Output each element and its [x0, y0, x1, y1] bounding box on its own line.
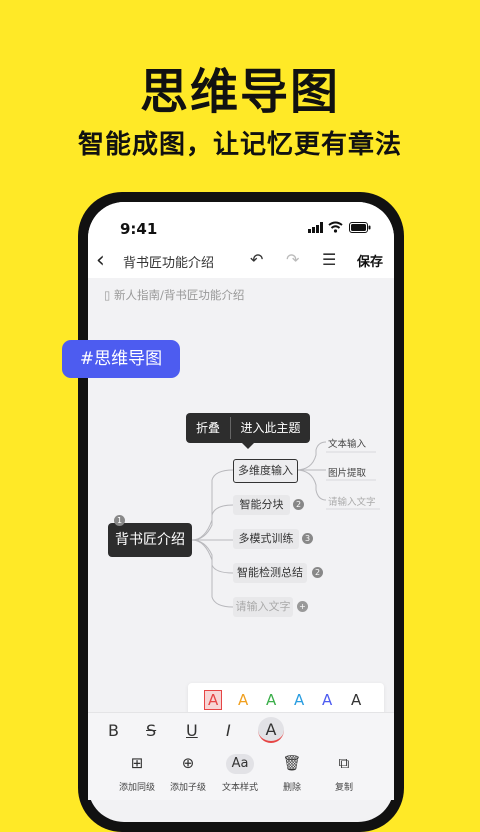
- delete-button[interactable]: 🗑 删除: [266, 754, 318, 793]
- subnode-image-extract[interactable]: 图片提取: [328, 465, 366, 479]
- add-child-label: 添加子级: [169, 783, 206, 793]
- copy-button[interactable]: ⧉ 复制: [318, 754, 370, 793]
- color-green[interactable]: A: [266, 691, 276, 709]
- italic-button[interactable]: I: [226, 721, 231, 740]
- node-multi-mode[interactable]: 多模式训练: [233, 529, 299, 549]
- subnode-placeholder[interactable]: 请输入文字: [328, 494, 376, 508]
- node-badge: 2: [293, 499, 304, 510]
- add-child-button[interactable]: ⊕ 添加子级: [162, 754, 214, 793]
- node-badge: 2: [312, 567, 323, 578]
- color-black[interactable]: A: [351, 691, 361, 709]
- underline-button[interactable]: U: [186, 721, 198, 740]
- node-multi-input[interactable]: 多维度输入: [233, 459, 298, 483]
- color-blue[interactable]: A: [294, 691, 304, 709]
- context-menu: 折叠 进入此主题: [186, 413, 310, 443]
- add-sibling-button[interactable]: ⊞ 添加同级: [111, 754, 163, 793]
- text-style-label: 文本样式: [221, 783, 258, 793]
- text-color-button[interactable]: A: [258, 717, 284, 743]
- color-red[interactable]: A: [204, 690, 223, 710]
- color-orange[interactable]: A: [238, 691, 248, 709]
- node-placeholder[interactable]: 请输入文字: [233, 597, 293, 617]
- strikethrough-button[interactable]: S: [146, 721, 156, 740]
- add-sibling-icon: ⊞: [130, 754, 144, 772]
- fold-button[interactable]: 折叠: [186, 413, 230, 443]
- copy-icon: ⧉: [338, 754, 350, 772]
- node-smart-chunk[interactable]: 智能分块: [233, 495, 290, 515]
- text-style-button[interactable]: Aa 文本样式: [214, 754, 266, 793]
- delete-label: 删除: [282, 783, 301, 793]
- node-badge: 3: [302, 533, 313, 544]
- add-node-icon[interactable]: +: [297, 601, 308, 612]
- color-indigo[interactable]: A: [322, 691, 332, 709]
- copy-label: 复制: [334, 783, 353, 793]
- format-bar: B S U I A: [88, 712, 394, 749]
- node-smart-check[interactable]: 智能检测总结: [233, 563, 307, 583]
- hashtag-tag: #思维导图: [62, 340, 180, 378]
- subnode-text-input[interactable]: 文本输入: [328, 436, 366, 450]
- enter-topic-button[interactable]: 进入此主题: [231, 413, 310, 443]
- root-node[interactable]: 背书匠介绍: [108, 523, 192, 557]
- add-child-icon: ⊕: [181, 754, 195, 772]
- text-style-icon: Aa: [226, 754, 254, 774]
- mindmap-connectors: [191, 441, 380, 608]
- context-menu-arrow: [242, 443, 254, 449]
- root-badge: 1: [114, 515, 125, 526]
- bottom-bar: ⊞ 添加同级 ⊕ 添加子级 Aa 文本样式 🗑 删除 ⧉ 复制: [88, 748, 394, 800]
- add-sibling-label: 添加同级: [118, 783, 155, 793]
- bold-button[interactable]: B: [108, 721, 119, 740]
- trash-icon: 🗑: [282, 754, 302, 772]
